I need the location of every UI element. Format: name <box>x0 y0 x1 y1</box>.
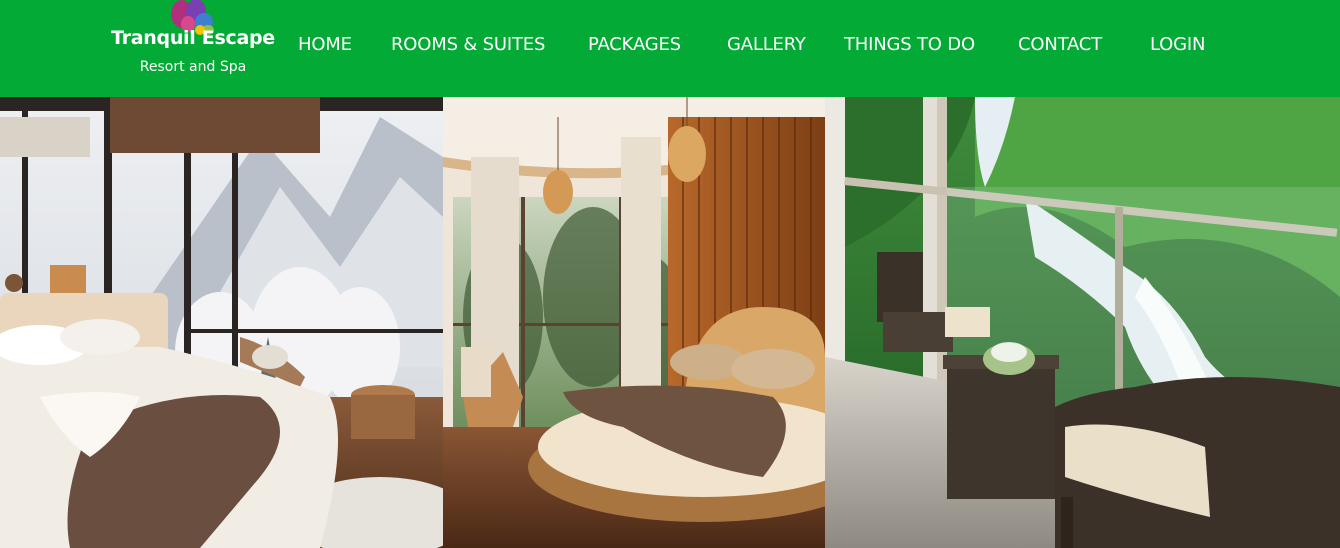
nav-contact[interactable]: CONTACT <box>1018 34 1102 55</box>
hero-gallery <box>0 97 1340 548</box>
site-header: Tranquil Escape Resort and Spa HOME ROOM… <box>0 0 1340 97</box>
gallery-image-wooden-bedroom[interactable] <box>443 97 825 548</box>
gallery-image-snow-bedroom[interactable] <box>0 97 443 548</box>
nav-things-to-do[interactable]: THINGS TO DO <box>844 34 975 55</box>
gallery-image-waterfall-balcony[interactable] <box>825 97 1340 548</box>
nav-packages[interactable]: PACKAGES <box>588 34 681 55</box>
brand-name: Tranquil Escape <box>111 27 275 49</box>
nav-rooms-suites[interactable]: ROOMS & SUITES <box>391 34 545 55</box>
nav-home[interactable]: HOME <box>298 34 352 55</box>
nav-gallery[interactable]: GALLERY <box>727 34 806 55</box>
brand-logo-link[interactable]: Tranquil Escape Resort and Spa <box>108 0 278 90</box>
nav-login[interactable]: LOGIN <box>1150 34 1205 55</box>
brand-tagline: Resort and Spa <box>139 59 247 75</box>
